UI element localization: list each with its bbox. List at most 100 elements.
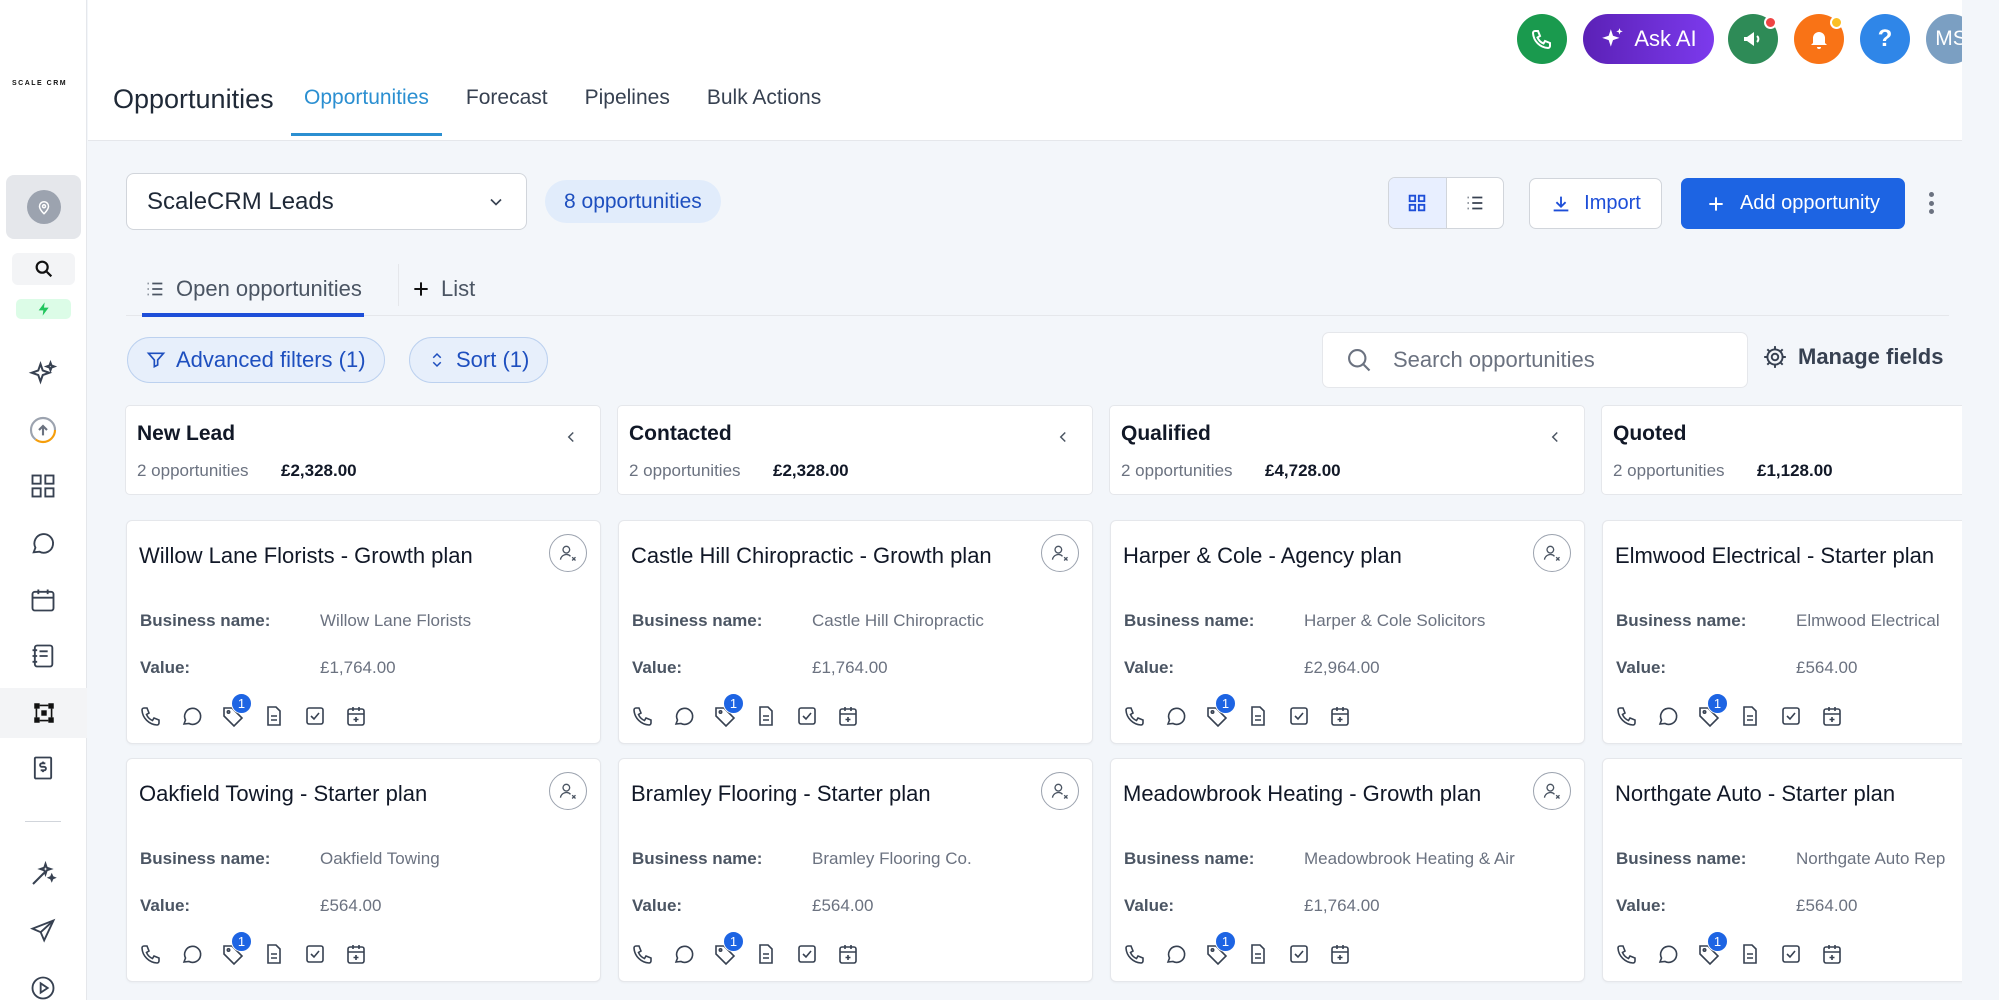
checkbox-icon[interactable] — [1779, 942, 1803, 966]
tab-opportunities[interactable]: Opportunities — [291, 86, 442, 136]
opportunity-card[interactable]: Elmwood Electrical - Starter plan Busines… — [1602, 520, 1962, 744]
opportunity-card[interactable]: Meadowbrook Heating - Growth plan Busines… — [1110, 758, 1585, 982]
unassigned-user-button[interactable] — [1533, 534, 1571, 572]
checkbox-icon[interactable] — [303, 942, 327, 966]
document-icon[interactable] — [262, 942, 286, 966]
tab-pipelines[interactable]: Pipelines — [585, 86, 670, 136]
send-icon[interactable] — [25, 913, 61, 949]
search-icon[interactable] — [12, 253, 75, 285]
calendar-add-icon[interactable] — [1328, 704, 1352, 728]
help-button[interactable]: ? — [1860, 14, 1910, 64]
tag-icon[interactable]: 1 — [1205, 693, 1236, 728]
checkbox-icon[interactable] — [1287, 704, 1311, 728]
list-view-button[interactable] — [1445, 178, 1503, 228]
tag-icon[interactable]: 1 — [221, 693, 252, 728]
advanced-filters-button[interactable]: Advanced filters (1) — [127, 337, 385, 383]
tab-bulk-actions[interactable]: Bulk Actions — [707, 86, 821, 136]
checkbox-icon[interactable] — [1779, 704, 1803, 728]
sidebar-location-button[interactable] — [6, 175, 81, 239]
sort-button[interactable]: Sort (1) — [409, 337, 549, 383]
dollar-doc-icon[interactable] — [25, 750, 61, 786]
notifications-button[interactable] — [1794, 14, 1844, 64]
opportunity-card[interactable]: Castle Hill Chiropractic - Growth plan Bu… — [618, 520, 1093, 744]
opportunity-card[interactable]: Oakfield Towing - Starter plan Business n… — [126, 758, 601, 982]
phone-icon[interactable] — [1123, 704, 1147, 728]
chat-icon[interactable] — [672, 704, 696, 728]
document-icon[interactable] — [1738, 942, 1762, 966]
calendar-add-icon[interactable] — [836, 704, 860, 728]
unassigned-user-button[interactable] — [1533, 772, 1571, 810]
tab-forecast[interactable]: Forecast — [466, 86, 548, 136]
phone-icon[interactable] — [139, 704, 163, 728]
import-button[interactable]: Import — [1529, 178, 1662, 229]
phone-icon[interactable] — [139, 942, 163, 966]
calendar-add-icon[interactable] — [1820, 704, 1844, 728]
manage-fields-button[interactable]: Manage fields — [1762, 344, 1943, 370]
grid-view-button[interactable] — [1389, 178, 1446, 228]
document-icon[interactable] — [754, 942, 778, 966]
more-options-button[interactable] — [1921, 188, 1941, 218]
calendar-add-icon[interactable] — [1820, 942, 1844, 966]
chat-icon[interactable] — [1164, 942, 1188, 966]
tag-icon[interactable]: 1 — [1697, 931, 1728, 966]
document-icon[interactable] — [1246, 704, 1270, 728]
phone-icon[interactable] — [1123, 942, 1147, 966]
play-icon[interactable] — [25, 970, 61, 1000]
chat-icon[interactable] — [1656, 704, 1680, 728]
dashboard-icon[interactable] — [25, 468, 61, 504]
chat-icon[interactable] — [672, 942, 696, 966]
phone-icon[interactable] — [1615, 704, 1639, 728]
chevron-left-icon[interactable] — [562, 428, 580, 446]
tag-icon[interactable]: 1 — [713, 693, 744, 728]
document-icon[interactable] — [1246, 942, 1270, 966]
chat-icon[interactable] — [25, 525, 61, 561]
upload-cloud-icon[interactable] — [25, 412, 61, 448]
search-input[interactable]: Search opportunities — [1322, 332, 1748, 388]
chat-icon[interactable] — [180, 942, 204, 966]
notebook-icon[interactable] — [25, 638, 61, 674]
calendar-add-icon[interactable] — [1328, 942, 1352, 966]
opportunity-card[interactable]: Northgate Auto - Starter plan Business na… — [1602, 758, 1962, 982]
calendar-add-icon[interactable] — [344, 704, 368, 728]
phone-icon[interactable] — [631, 704, 655, 728]
chevron-left-icon[interactable] — [1054, 428, 1072, 446]
checkbox-icon[interactable] — [1287, 942, 1311, 966]
chat-icon[interactable] — [1164, 704, 1188, 728]
checkbox-icon[interactable] — [795, 942, 819, 966]
opportunity-card[interactable]: Bramley Flooring - Starter plan Business … — [618, 758, 1093, 982]
phone-icon[interactable] — [1615, 942, 1639, 966]
opportunity-card[interactable]: Harper & Cole - Agency plan Business name… — [1110, 520, 1585, 744]
sparkles-icon[interactable] — [25, 356, 61, 392]
pipeline-icon[interactable] — [0, 688, 87, 738]
unassigned-user-button[interactable] — [1041, 772, 1079, 810]
lightning-icon[interactable] — [16, 299, 71, 319]
calendar-add-icon[interactable] — [836, 942, 860, 966]
chat-icon[interactable] — [1656, 942, 1680, 966]
phone-button[interactable] — [1517, 14, 1567, 64]
tag-icon[interactable]: 1 — [1205, 931, 1236, 966]
announcements-button[interactable] — [1728, 14, 1778, 64]
add-opportunity-button[interactable]: Add opportunity — [1681, 178, 1905, 229]
unassigned-user-button[interactable] — [1041, 534, 1079, 572]
document-icon[interactable] — [1738, 704, 1762, 728]
calendar-icon[interactable] — [25, 582, 61, 618]
magic-wand-icon[interactable] — [25, 856, 61, 892]
phone-icon[interactable] — [631, 942, 655, 966]
ask-ai-button[interactable]: Ask AI — [1583, 14, 1714, 64]
document-icon[interactable] — [262, 704, 286, 728]
checkbox-icon[interactable] — [303, 704, 327, 728]
tag-icon[interactable]: 1 — [713, 931, 744, 966]
tag-icon[interactable]: 1 — [221, 931, 252, 966]
unassigned-user-button[interactable] — [549, 772, 587, 810]
chevron-left-icon[interactable] — [1546, 428, 1564, 446]
tag-icon[interactable]: 1 — [1697, 693, 1728, 728]
calendar-add-icon[interactable] — [344, 942, 368, 966]
chat-icon[interactable] — [180, 704, 204, 728]
document-icon[interactable] — [754, 704, 778, 728]
opportunity-card[interactable]: Willow Lane Florists - Growth plan Busine… — [126, 520, 601, 744]
checkbox-icon[interactable] — [795, 704, 819, 728]
tab-open-opportunities[interactable]: Open opportunities — [142, 262, 364, 317]
add-list-tab[interactable]: List — [411, 262, 475, 316]
unassigned-user-button[interactable] — [549, 534, 587, 572]
pipeline-select[interactable]: ScaleCRM Leads — [126, 173, 527, 230]
